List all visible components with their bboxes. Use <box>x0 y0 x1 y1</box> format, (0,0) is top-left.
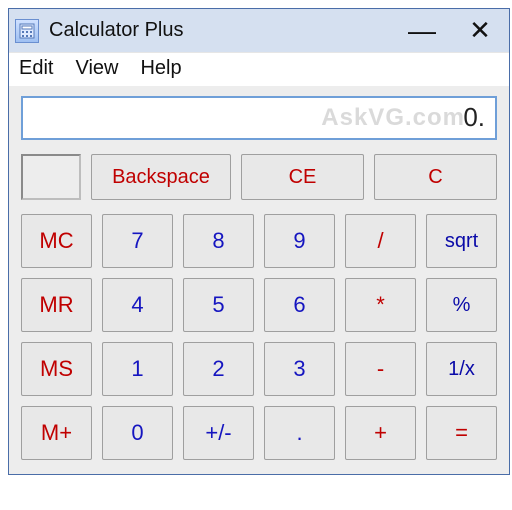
menu-edit[interactable]: Edit <box>19 57 53 80</box>
digit-3-button[interactable]: 3 <box>264 342 335 396</box>
memory-indicator <box>21 154 81 200</box>
window-controls: — ✕ <box>393 9 509 52</box>
digit-2-button[interactable]: 2 <box>183 342 254 396</box>
window-title: Calculator Plus <box>49 19 393 42</box>
memory-clear-button[interactable]: MC <box>21 214 92 268</box>
titlebar[interactable]: Calculator Plus — ✕ <box>9 9 509 53</box>
multiply-button[interactable]: * <box>345 278 416 332</box>
calculator-window: Calculator Plus — ✕ Edit View Help AskVG… <box>8 8 510 475</box>
app-icon <box>15 19 39 43</box>
display-value: 0. <box>463 102 485 132</box>
digit-9-button[interactable]: 9 <box>264 214 335 268</box>
add-button[interactable]: + <box>345 406 416 460</box>
keypad: MC 7 8 9 / sqrt MR 4 5 6 * % MS 1 2 3 - … <box>21 214 497 460</box>
clear-row: Backspace CE C <box>21 154 497 200</box>
watermark: AskVG.com <box>321 104 465 132</box>
client-area: AskVG.com 0. Backspace CE C MC 7 8 9 / s… <box>9 86 509 474</box>
subtract-button[interactable]: - <box>345 342 416 396</box>
menu-view[interactable]: View <box>75 57 118 80</box>
memory-recall-button[interactable]: MR <box>21 278 92 332</box>
close-button[interactable]: ✕ <box>451 9 509 52</box>
digit-5-button[interactable]: 5 <box>183 278 254 332</box>
backspace-button[interactable]: Backspace <box>91 154 231 200</box>
menu-help[interactable]: Help <box>140 57 181 80</box>
digit-4-button[interactable]: 4 <box>102 278 173 332</box>
divide-button[interactable]: / <box>345 214 416 268</box>
sign-button[interactable]: +/- <box>183 406 254 460</box>
digit-8-button[interactable]: 8 <box>183 214 254 268</box>
digit-7-button[interactable]: 7 <box>102 214 173 268</box>
memory-add-button[interactable]: M+ <box>21 406 92 460</box>
clear-button[interactable]: C <box>374 154 497 200</box>
minimize-button[interactable]: — <box>393 9 451 52</box>
sqrt-button[interactable]: sqrt <box>426 214 497 268</box>
memory-store-button[interactable]: MS <box>21 342 92 396</box>
display: AskVG.com 0. <box>21 96 497 140</box>
reciprocal-button[interactable]: 1/x <box>426 342 497 396</box>
decimal-button[interactable]: . <box>264 406 335 460</box>
digit-1-button[interactable]: 1 <box>102 342 173 396</box>
equals-button[interactable]: = <box>426 406 497 460</box>
digit-6-button[interactable]: 6 <box>264 278 335 332</box>
clear-entry-button[interactable]: CE <box>241 154 364 200</box>
percent-button[interactable]: % <box>426 278 497 332</box>
digit-0-button[interactable]: 0 <box>102 406 173 460</box>
menubar: Edit View Help <box>9 53 509 86</box>
